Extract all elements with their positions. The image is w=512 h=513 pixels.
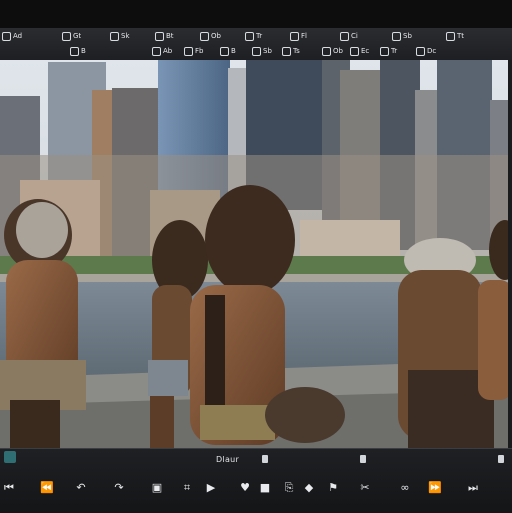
tool-2[interactable]: Ab — [152, 45, 172, 59]
tool-10-icon — [416, 47, 425, 56]
tool-1[interactable]: B — [70, 45, 86, 59]
file-menu[interactable]: Ad — [2, 30, 22, 44]
window-icon — [392, 32, 401, 41]
redo-icon[interactable]: ↷ — [112, 481, 126, 495]
app-corner-icon[interactable] — [4, 451, 16, 463]
tool-8-icon — [350, 47, 359, 56]
file-icon — [2, 32, 11, 41]
marker-icon[interactable]: ◆ — [302, 481, 316, 495]
image-icon — [155, 32, 164, 41]
filter-icon — [290, 32, 299, 41]
heart-icon[interactable]: ♥ — [238, 481, 252, 495]
tool-8[interactable]: Ec — [350, 45, 369, 59]
playback-controls: ⏮ ⏪ ↶ ↷ ▣ ⌗ ▶ ♥ ■ ⎘ ◆ ⚑ ✂ ∞ ⏩ ⏭ — [0, 473, 512, 503]
menu-row: Ad Gt Sk Bt Ob Tr Fl Ci Sb Tt — [0, 29, 512, 44]
edit-menu[interactable]: Gt — [62, 30, 81, 44]
rewind-icon[interactable]: ⏮ — [2, 481, 16, 495]
tool-1-icon — [70, 47, 79, 56]
tool-9-icon — [380, 47, 389, 56]
tool-5[interactable]: Sb — [252, 45, 272, 59]
undo-icon[interactable]: ↶ — [74, 481, 88, 495]
stop-icon[interactable]: ■ — [258, 481, 272, 495]
status-row: Dlaur — [0, 449, 512, 469]
layer-icon — [200, 32, 209, 41]
status-marker-icon — [498, 455, 504, 463]
tool-9[interactable]: Tr — [380, 45, 397, 59]
select-menu[interactable]: Tr — [245, 30, 262, 44]
tool-4[interactable]: B — [220, 45, 236, 59]
status-label: Dlaur — [216, 455, 240, 464]
tool-2-icon — [152, 47, 161, 56]
cut-icon[interactable]: ✂ — [358, 481, 372, 495]
status-marker-icon — [262, 455, 268, 463]
crop-icon[interactable]: ⌗ — [180, 481, 194, 495]
tool-6[interactable]: Ts — [282, 45, 300, 59]
tool-4-icon — [220, 47, 229, 56]
tools-menu[interactable]: Ci — [340, 30, 358, 44]
tool-3-icon — [184, 47, 193, 56]
layer-menu[interactable]: Ob — [200, 30, 221, 44]
main-toolbar: Ad Gt Sk Bt Ob Tr Fl Ci Sb Tt B Ab Fb B … — [0, 28, 512, 61]
help-icon — [446, 32, 455, 41]
frame-icon[interactable]: ▣ — [150, 481, 164, 495]
select-icon — [245, 32, 254, 41]
image-canvas[interactable] — [0, 60, 512, 448]
split-icon[interactable]: ⎘ — [282, 481, 296, 495]
tool-7[interactable]: Ob — [322, 45, 343, 59]
view-menu[interactable]: Sk — [110, 30, 130, 44]
end-icon[interactable]: ⏭ — [466, 481, 480, 495]
tool-3[interactable]: Fb — [184, 45, 203, 59]
tools-icon — [340, 32, 349, 41]
view-icon — [110, 32, 119, 41]
step-back-icon[interactable]: ⏪ — [40, 481, 54, 495]
flag-icon[interactable]: ⚑ — [326, 481, 340, 495]
tool-row: B Ab Fb B Sb Ts Ob Ec Tr Dc — [0, 44, 512, 59]
filter-menu[interactable]: Fl — [290, 30, 307, 44]
image-menu[interactable]: Bt — [155, 30, 174, 44]
link-icon[interactable]: ∞ — [398, 481, 412, 495]
status-marker-icon — [360, 455, 366, 463]
canvas-image — [0, 60, 512, 448]
play-icon[interactable]: ▶ — [204, 481, 218, 495]
tool-6-icon — [282, 47, 291, 56]
tool-7-icon — [322, 47, 331, 56]
vertical-scrollbar[interactable] — [508, 60, 512, 448]
tool-5-icon — [252, 47, 261, 56]
bottom-panel: Dlaur ⏮ ⏪ ↶ ↷ ▣ ⌗ ▶ ♥ ■ ⎘ ◆ ⚑ ✂ ∞ ⏩ ⏭ — [0, 448, 512, 513]
window-menu[interactable]: Sb — [392, 30, 412, 44]
help-menu[interactable]: Tt — [446, 30, 464, 44]
tool-10[interactable]: Dc — [416, 45, 436, 59]
edit-icon — [62, 32, 71, 41]
step-forward-icon[interactable]: ⏩ — [428, 481, 442, 495]
window-titlebar — [0, 0, 512, 28]
